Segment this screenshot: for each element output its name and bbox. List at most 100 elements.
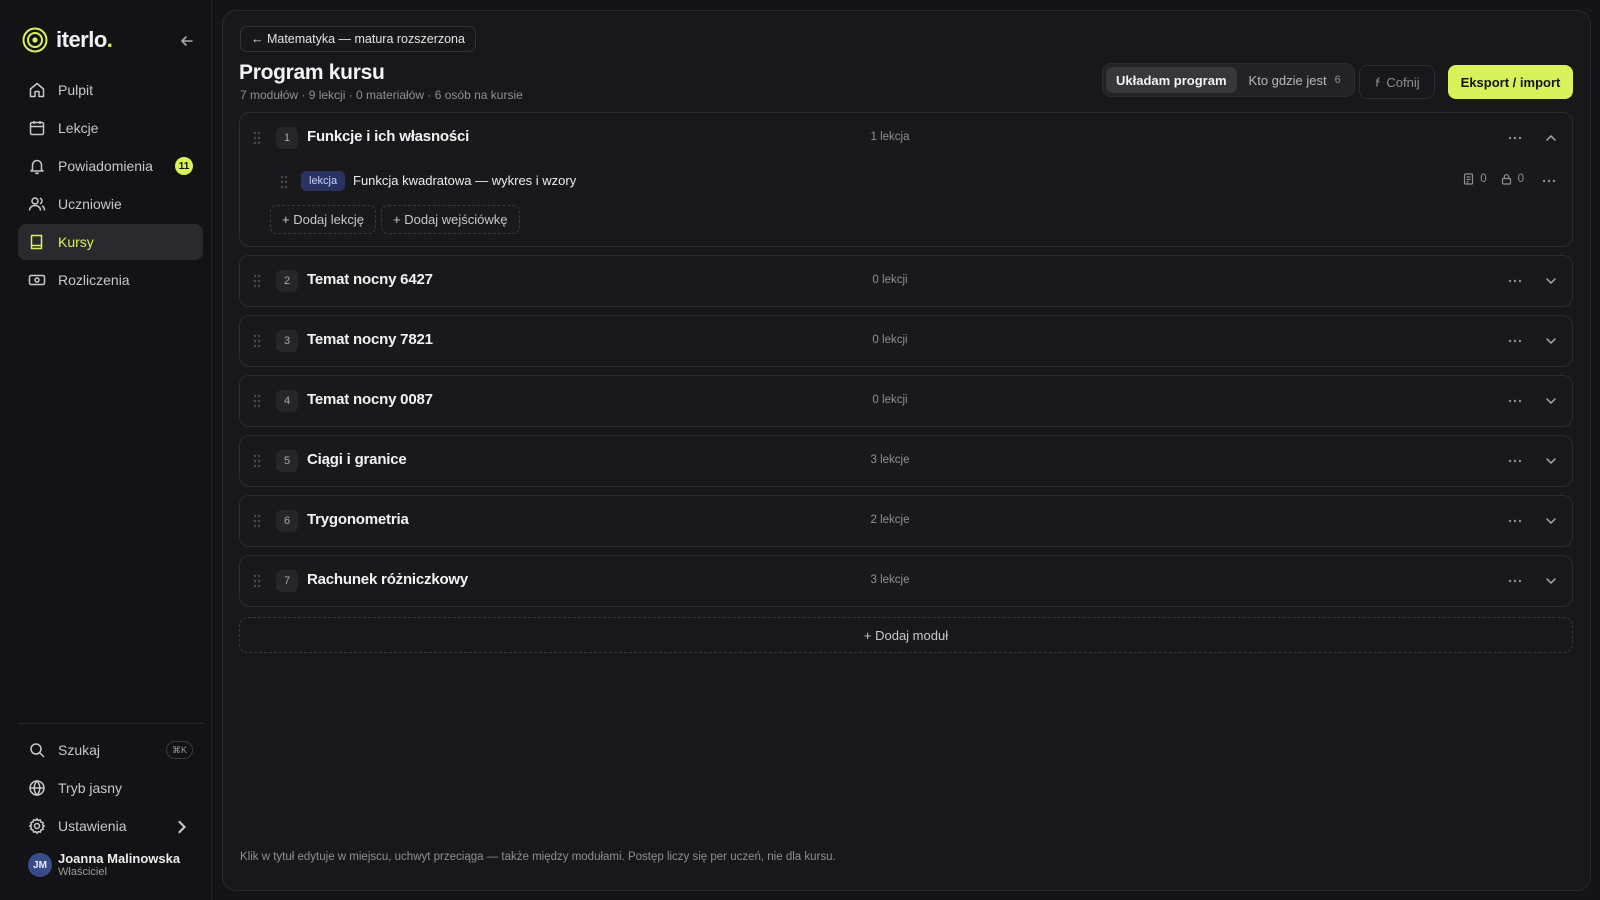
more-options-icon[interactable] bbox=[1506, 512, 1524, 530]
module-header[interactable]: 6 Trygonometria 2 lekcje bbox=[240, 496, 1572, 546]
module-number: 7 bbox=[276, 570, 298, 592]
chevron-down-icon[interactable] bbox=[1542, 332, 1560, 350]
back-to-course-button[interactable]: ← Matematyka — matura rozszerzona bbox=[240, 26, 476, 52]
sidebar-bottom: Szukaj ⌘K Tryb jasny Ustawienia bbox=[18, 732, 203, 846]
drag-handle-icon[interactable] bbox=[252, 334, 262, 348]
materials-count: 0 bbox=[1463, 173, 1487, 185]
add-quiz-button[interactable]: + Dodaj wejściówkę bbox=[381, 205, 520, 234]
lesson-title[interactable]: Funkcja kwadratowa — wykres i wzory bbox=[353, 173, 576, 188]
module-lesson-count: 3 lekcje bbox=[870, 574, 910, 586]
brand-logo[interactable]: iterlo. bbox=[22, 27, 113, 53]
collapse-sidebar-button[interactable] bbox=[176, 30, 198, 52]
settings-button[interactable]: Ustawienia bbox=[18, 808, 203, 844]
module-lesson-count: 0 lekcji bbox=[872, 334, 908, 346]
locked-count-value: 0 bbox=[1517, 173, 1524, 185]
page-title: Program kursu bbox=[239, 61, 385, 84]
module-title[interactable]: Trygonometria bbox=[307, 511, 409, 528]
lesson-meta: 0 0 bbox=[1463, 173, 1524, 185]
module: 7 Rachunek różniczkowy 3 lekcje bbox=[239, 555, 1573, 607]
module-number: 2 bbox=[276, 270, 298, 292]
more-options-icon[interactable] bbox=[1506, 392, 1524, 410]
undo-button[interactable]: Cofnij bbox=[1359, 65, 1435, 99]
module-header[interactable]: 5 Ciągi i granice 3 lekcje bbox=[240, 436, 1572, 486]
sidebar-item-kursy[interactable]: Kursy bbox=[18, 224, 203, 260]
add-lesson-button[interactable]: + Dodaj lekcję bbox=[270, 205, 377, 234]
avatar: JM bbox=[28, 853, 52, 877]
more-options-icon[interactable] bbox=[1506, 452, 1524, 470]
notifications-badge: 11 bbox=[175, 157, 193, 175]
drag-handle-icon[interactable] bbox=[252, 394, 262, 408]
view-switcher: Układam program Kto gdzie jest 6 bbox=[1102, 63, 1355, 97]
tab-ukladam-program[interactable]: Układam program bbox=[1106, 67, 1237, 93]
sidebar-item-uczniowie[interactable]: Uczniowie bbox=[18, 186, 203, 222]
export-import-button[interactable]: Eksport / import bbox=[1448, 65, 1573, 99]
module: 1 Funkcje i ich własności 1 lekcja lekcj… bbox=[239, 112, 1573, 247]
drag-handle-icon[interactable] bbox=[252, 514, 262, 528]
chevron-up-icon[interactable] bbox=[1542, 129, 1560, 147]
lesson-type-badge: lekcja bbox=[301, 171, 346, 191]
gear-icon bbox=[28, 817, 46, 835]
more-options-icon[interactable] bbox=[1506, 332, 1524, 350]
module-number: 4 bbox=[276, 390, 298, 412]
help-note: Klik w tytuł edytuje w miejscu, uchwyt p… bbox=[240, 851, 836, 863]
drag-handle-icon[interactable] bbox=[252, 131, 262, 145]
module-title[interactable]: Ciągi i granice bbox=[307, 451, 407, 468]
drag-handle-icon[interactable] bbox=[252, 574, 262, 588]
module-header[interactable]: 2 Temat nocny 6427 0 lekcji bbox=[240, 256, 1572, 306]
undo-label: Cofnij bbox=[1386, 74, 1420, 90]
chevron-down-icon[interactable] bbox=[1542, 272, 1560, 290]
module-lesson-count: 0 lekcji bbox=[872, 274, 908, 286]
book-icon bbox=[30, 234, 43, 250]
module-lesson-count: 0 lekcji bbox=[872, 394, 908, 406]
users-icon bbox=[28, 197, 46, 211]
sidebar-item-rozliczenia[interactable]: Rozliczenia bbox=[18, 262, 203, 298]
tab-label: Układam program bbox=[1116, 72, 1227, 88]
module: 6 Trygonometria 2 lekcje bbox=[239, 495, 1573, 547]
add-module-button[interactable]: + Dodaj moduł bbox=[239, 617, 1573, 653]
chevron-down-icon[interactable] bbox=[1542, 512, 1560, 530]
lesson-row[interactable]: lekcja Funkcja kwadratowa — wykres i wzo… bbox=[240, 163, 1572, 203]
sidebar-item-lekcje[interactable]: Lekcje bbox=[18, 110, 203, 146]
sidebar-nav: Pulpit Lekcje Powiadomienia 11 Uczniowie… bbox=[18, 72, 203, 300]
search-button[interactable]: Szukaj ⌘K bbox=[18, 732, 203, 768]
sidebar: iterlo. Pulpit Lekcje Powiadomienia 11 U… bbox=[0, 0, 212, 900]
sidebar-item-powiadomienia[interactable]: Powiadomienia 11 bbox=[18, 148, 203, 184]
more-options-icon[interactable] bbox=[1540, 172, 1558, 190]
drag-handle-icon[interactable] bbox=[252, 454, 262, 468]
arrow-left-icon bbox=[181, 36, 193, 46]
module-title[interactable]: Rachunek różniczkowy bbox=[307, 571, 468, 588]
chevron-down-icon[interactable] bbox=[1542, 452, 1560, 470]
globe-icon bbox=[29, 779, 45, 797]
module-header: 1 Funkcje i ich własności 1 lekcja bbox=[240, 113, 1572, 163]
more-options-icon[interactable] bbox=[1506, 129, 1524, 147]
tab-kto-gdzie-jest[interactable]: Kto gdzie jest 6 bbox=[1239, 67, 1351, 93]
course-stats: 7 modułów · 9 lekcji · 0 materiałów · 6 … bbox=[240, 88, 523, 102]
lock-icon bbox=[1501, 174, 1511, 185]
chevron-down-icon[interactable] bbox=[1542, 392, 1560, 410]
drag-handle-icon[interactable] bbox=[279, 175, 289, 189]
module-header[interactable]: 3 Temat nocny 7821 0 lekcji bbox=[240, 316, 1572, 366]
bell-icon bbox=[30, 159, 44, 175]
module-number: 3 bbox=[276, 330, 298, 352]
search-icon bbox=[30, 743, 45, 758]
module-title[interactable]: Temat nocny 0087 bbox=[307, 391, 433, 408]
drag-handle-icon[interactable] bbox=[252, 274, 262, 288]
sidebar-divider bbox=[18, 723, 204, 724]
module-title[interactable]: Funkcje i ich własności bbox=[307, 128, 469, 145]
module-lesson-count: 3 lekcje bbox=[870, 454, 910, 466]
module-title[interactable]: Temat nocny 7821 bbox=[307, 331, 433, 348]
module-header[interactable]: 4 Temat nocny 0087 0 lekcji bbox=[240, 376, 1572, 426]
module-number: 1 bbox=[276, 127, 298, 149]
module: 3 Temat nocny 7821 0 lekcji bbox=[239, 315, 1573, 367]
theme-toggle[interactable]: Tryb jasny bbox=[18, 770, 203, 806]
chevron-down-icon[interactable] bbox=[1542, 572, 1560, 590]
user-profile[interactable]: JM Joanna Malinowska Właściciel bbox=[28, 851, 180, 879]
sidebar-item-pulpit[interactable]: Pulpit bbox=[18, 72, 203, 108]
module: 5 Ciągi i granice 3 lekcje bbox=[239, 435, 1573, 487]
more-options-icon[interactable] bbox=[1506, 572, 1524, 590]
module-header[interactable]: 7 Rachunek różniczkowy 3 lekcje bbox=[240, 556, 1572, 606]
logo-icon bbox=[22, 27, 48, 53]
search-label: Szukaj bbox=[58, 742, 101, 758]
module-title[interactable]: Temat nocny 6427 bbox=[307, 271, 433, 288]
more-options-icon[interactable] bbox=[1506, 272, 1524, 290]
